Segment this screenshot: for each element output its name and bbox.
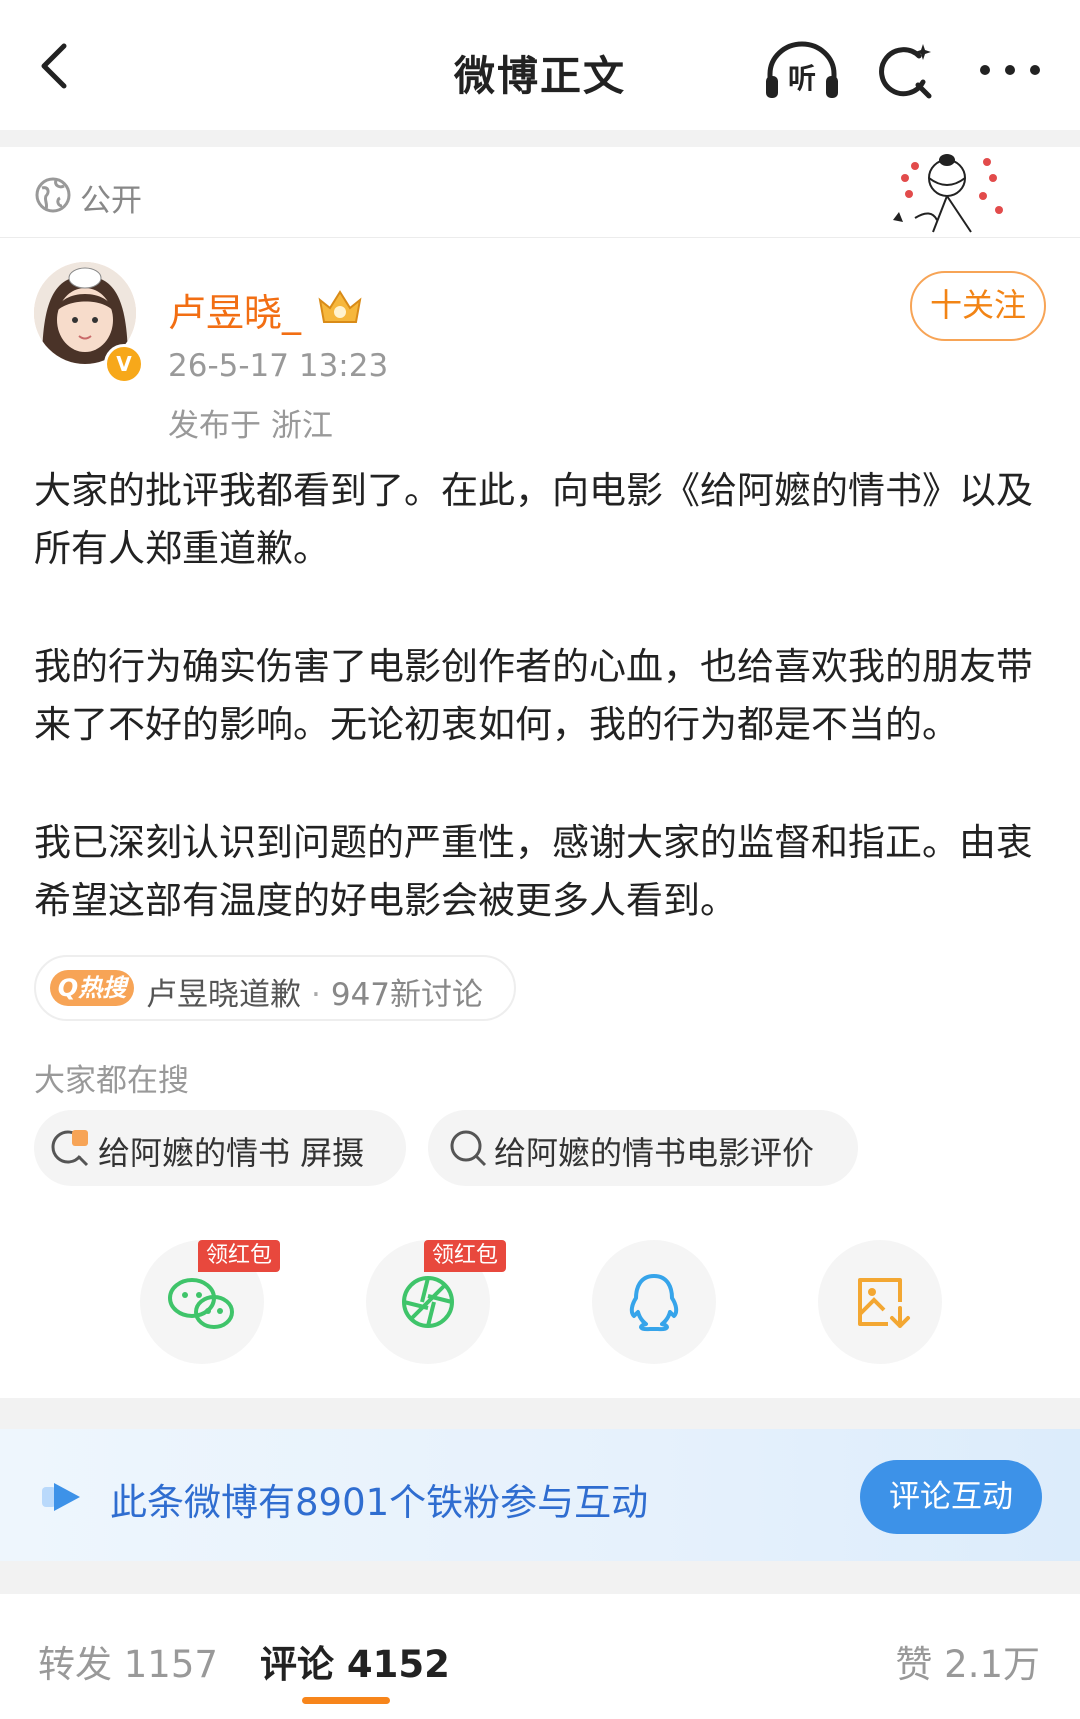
hot-search-text: 卢昱晓道歉 · 947新讨论 [146, 969, 483, 1014]
save-image-icon [858, 1278, 910, 1328]
active-tab-indicator [302, 1697, 390, 1704]
post-paragraph: 我的行为确实伤害了电影创作者的心血，也给喜欢我的朋友带来了不好的影响。无论初衷如… [34, 645, 1033, 746]
red-packet-badge: 领红包 [198, 1240, 281, 1272]
qq-icon [629, 1274, 679, 1332]
tab-comments[interactable]: 评论 4152 [260, 1634, 450, 1688]
hot-search-count: 947新讨论 [330, 977, 484, 1013]
save-image-button[interactable] [818, 1240, 942, 1364]
post-paragraph: 我已深刻认识到问题的严重性，感谢大家的监督和指正。由衷希望这部有温度的好电影会被… [34, 821, 1033, 922]
author-name[interactable]: 卢昱晓_ [168, 282, 301, 337]
post-timestamp: 26-5-17 13:23 [168, 348, 389, 384]
hot-search-topic: 卢昱晓道歉 [146, 977, 301, 1013]
search-suggestion-text: 给阿嬷的情书电影评价 [494, 1134, 815, 1172]
fans-signal-icon [42, 1483, 80, 1511]
post-location: 发布于 浙江 [168, 408, 333, 444]
share-qq-button[interactable] [592, 1240, 716, 1364]
listen-label: 听 [788, 62, 816, 95]
cartoon-sticker [893, 154, 1003, 233]
listen-button[interactable]: 听 [764, 40, 840, 102]
search-suggestion-text: 给阿嬷的情书 屏摄 [98, 1134, 365, 1172]
hot-search-tag: Q热搜 [50, 970, 134, 1006]
globe-icon [35, 177, 71, 213]
post-body: 大家的批评我都看到了。在此，向电影《给阿嬷的情书》以及所有人郑重道歉。 我的行为… [34, 462, 1049, 990]
red-packet-badge: 领红包 [424, 1240, 507, 1272]
tab-likes[interactable]: 赞 2.1万 [895, 1634, 1040, 1688]
search-icon [450, 1130, 487, 1167]
banner-text: 此条微博有8901个铁粉参与互动 [110, 1481, 649, 1524]
hot-search-separator: · [311, 977, 321, 1013]
post-paragraph: 大家的批评我都看到了。在此，向电影《给阿嬷的情书》以及所有人郑重道歉。 [34, 469, 1033, 570]
more-options-icon[interactable] [975, 50, 1045, 90]
smart-search-icon[interactable] [875, 42, 935, 102]
section-divider [0, 130, 1080, 147]
section-divider [0, 1398, 1080, 1429]
hot-search-icon [51, 1130, 89, 1167]
crown-badge-icon [318, 290, 362, 323]
visibility-label: 公开 [80, 183, 142, 219]
verified-badge: V [104, 344, 144, 384]
comment-interact-button[interactable]: 评论互动 [860, 1460, 1042, 1534]
tab-reposts[interactable]: 转发 1157 [38, 1634, 218, 1688]
section-divider [0, 1561, 1080, 1594]
headphones-icon: 听 [766, 41, 838, 98]
everyone-searching-label: 大家都在搜 [34, 1063, 189, 1099]
follow-button[interactable]: 十关注 [910, 271, 1046, 341]
